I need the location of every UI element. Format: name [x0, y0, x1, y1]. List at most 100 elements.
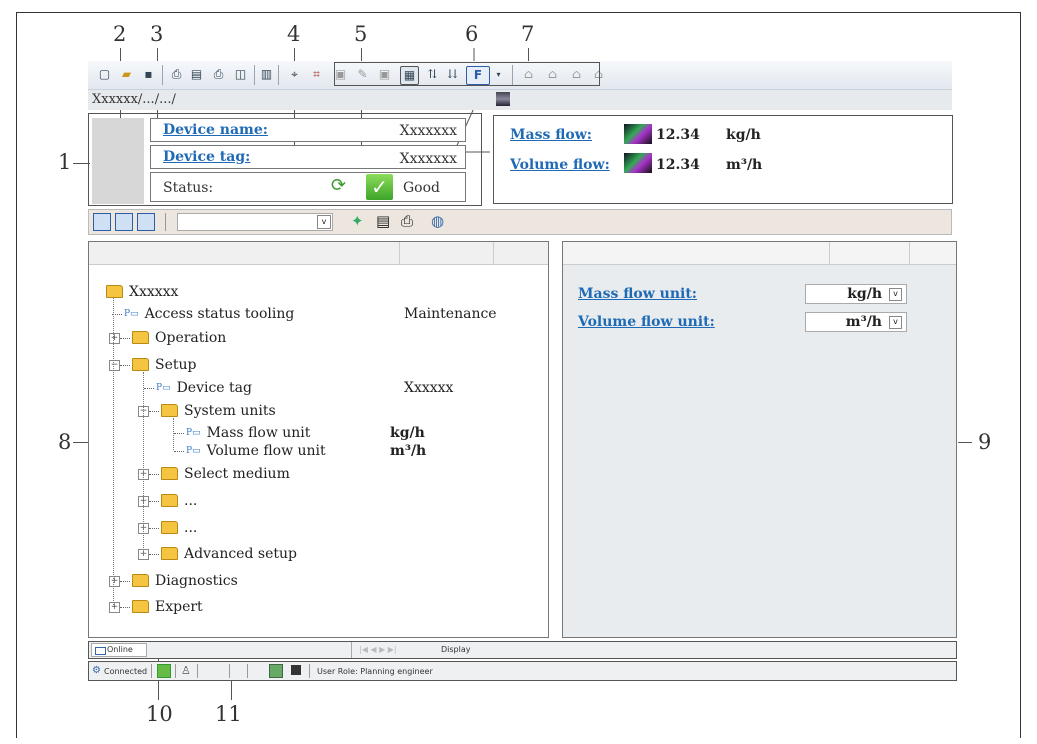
tree-item-expert[interactable]: + Expert [109, 599, 203, 615]
print-icon[interactable]: ⎙ [168, 66, 185, 83]
param-header [563, 242, 956, 265]
breadcrumb[interactable]: Xxxxxx/.../.../ [92, 92, 176, 107]
user-icon: ♙ [181, 664, 191, 677]
column-divider [829, 242, 830, 264]
filter-dropdown[interactable] [177, 213, 333, 231]
tree-root-label: Xxxxxx [129, 284, 179, 300]
tree-item-ellipsis-1[interactable]: +... [138, 493, 197, 509]
volume-flow-unit-select[interactable]: m³/h v [805, 312, 907, 332]
volume-flow-unit-tree-label: Volume flow unit [206, 443, 326, 459]
diagnostics-label: Diagnostics [155, 573, 238, 589]
callout-11: 11 [215, 702, 242, 726]
globe-icon[interactable]: ◍ [431, 212, 444, 230]
expand-icon[interactable]: + [109, 575, 120, 587]
trend-icon [624, 124, 652, 144]
mass-flow-label[interactable]: Mass flow: [510, 127, 592, 143]
tab-online[interactable]: Online [91, 643, 147, 657]
tree-item-device-tag[interactable]: P▭ Device tag [144, 380, 252, 396]
device-icon[interactable]: ▤ [188, 66, 205, 83]
tree-item-select-medium[interactable]: + Select medium [138, 466, 290, 482]
parameter-icon: P▭ [186, 446, 201, 456]
volume-flow-unit-label[interactable]: Volume flow unit: [578, 314, 715, 330]
expand-icon[interactable]: + [109, 332, 120, 344]
leader-8 [73, 442, 88, 443]
layout1-icon[interactable] [93, 213, 111, 231]
volume-flow-unit-tree-value: m³/h [390, 443, 427, 459]
tree-item-mass-flow-unit[interactable]: P▭ Mass flow unit [174, 425, 310, 441]
tree-connector [149, 410, 159, 412]
status-bar: ⚙ Connected ♙ User Role: Planning engine… [88, 661, 957, 681]
status-divider [151, 664, 152, 678]
folder-icon [132, 330, 149, 344]
setup-label: Setup [155, 357, 197, 373]
tree-connector [120, 337, 130, 339]
report-icon[interactable]: ▥ [258, 66, 275, 83]
disconnect-icon[interactable]: ⌗ [308, 66, 325, 83]
toolbar-separator [278, 65, 279, 85]
mass-flow-unit-select[interactable]: kg/h v [805, 284, 907, 304]
tree-connector [174, 432, 184, 434]
toolbar-separator [162, 65, 163, 85]
tree-item-system-units[interactable]: − System units [138, 403, 276, 419]
header-outline [88, 113, 482, 206]
mass-flow-unit-label[interactable]: Mass flow unit: [578, 286, 697, 302]
tree-item-access-status[interactable]: P▭ Access status tooling [112, 306, 294, 322]
new-icon[interactable]: ▢ [96, 66, 113, 83]
select-medium-label: Select medium [184, 466, 290, 482]
display-label[interactable]: Display [441, 645, 471, 654]
parameter-panel: Mass flow unit: kg/h v Volume flow unit:… [562, 241, 957, 638]
tree-item-volume-flow-unit[interactable]: P▭ Volume flow unit [174, 443, 326, 459]
toolbar-separator [165, 213, 166, 231]
bottom-tab-bar: Online |◀ ◀ ▶ ▶| Display [88, 641, 957, 659]
nav-first-icon[interactable]: |◀ ◀ ▶ ▶| [359, 645, 397, 654]
folder-icon [161, 520, 178, 534]
preview-icon[interactable]: ◫ [232, 66, 249, 83]
column-divider [909, 242, 910, 264]
main-toolbar: ▢ ▰ ▪ ⎙ ▤ ⎙ ◫ ▥ ⌖ ⌗ ▣ ✎ ▣ ▦ ⇅ ⇊ F ▾ ⌂ ⌂ … [88, 61, 952, 90]
wand-icon[interactable]: ✦ [351, 212, 364, 230]
layout2-icon[interactable] [115, 213, 133, 231]
network-icon: ⚙ [92, 665, 101, 676]
mass-flow-unit-tree-label: Mass flow unit [206, 425, 311, 441]
sync-icon [157, 664, 171, 678]
toolbar-group-frame [334, 62, 600, 86]
connect-icon[interactable]: ⌖ [286, 66, 303, 83]
callout-3: 3 [150, 22, 164, 46]
tree-connector [144, 387, 154, 389]
print2-icon[interactable]: ⎙ [210, 66, 227, 83]
folder-icon [132, 599, 149, 613]
status-divider [309, 664, 310, 678]
device-tag-tree-value: Xxxxxx [404, 380, 454, 396]
tree-vertical-line [113, 298, 114, 607]
tree-item-setup[interactable]: − Setup [109, 357, 196, 373]
trend-icon [624, 153, 652, 173]
callout-2: 2 [113, 22, 127, 46]
tree-item-operation[interactable]: + Operation [109, 330, 226, 346]
tree-root[interactable]: Xxxxxx [106, 284, 178, 300]
stop-icon [291, 665, 301, 675]
chevron-down-icon[interactable]: v [317, 215, 331, 229]
layout3-icon[interactable] [137, 213, 155, 231]
device-status-icon [269, 664, 283, 678]
open-icon[interactable]: ▰ [118, 66, 135, 83]
device-tag-tree-label: Device tag [176, 380, 252, 396]
tree-item-ellipsis-2[interactable]: +... [138, 520, 197, 536]
status-divider [197, 664, 198, 678]
system-units-label: System units [184, 403, 276, 419]
expert-label: Expert [155, 599, 203, 615]
expand-icon[interactable]: + [109, 601, 120, 613]
connected-status: Connected [104, 667, 148, 676]
volume-flow-label[interactable]: Volume flow: [510, 157, 610, 173]
save-icon[interactable]: ▪ [140, 66, 157, 83]
chevron-down-icon[interactable]: v [889, 316, 902, 329]
tree-item-diagnostics[interactable]: + Diagnostics [109, 573, 238, 589]
column-divider [493, 242, 494, 264]
online-icon [95, 647, 106, 655]
operation-label: Operation [155, 330, 227, 346]
chevron-down-icon[interactable]: v [889, 288, 902, 301]
calendar-icon[interactable]: ▤ [376, 212, 390, 230]
collapse-icon[interactable]: − [109, 359, 120, 371]
tree-item-advanced-setup[interactable]: + Advanced setup [138, 546, 297, 562]
printer-icon[interactable]: ⎙ [401, 212, 413, 230]
volume-flow-unit-selected: m³/h [845, 314, 882, 330]
